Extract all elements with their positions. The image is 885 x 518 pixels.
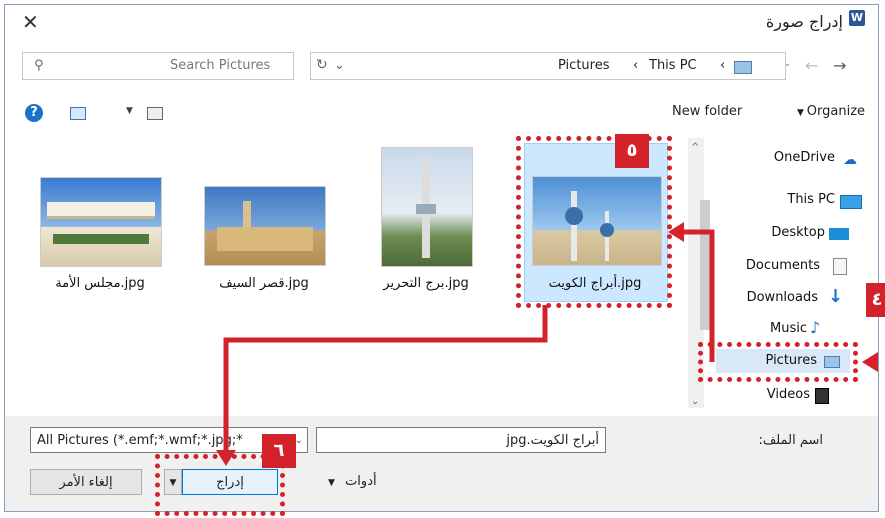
arrow-pictures-to-file [680, 229, 715, 362]
arrowhead-down [216, 450, 236, 466]
arrowhead-pictures [862, 352, 878, 372]
arrow-file-to-insert [223, 305, 548, 452]
arrowhead-left [668, 222, 684, 242]
annotation-arrows [216, 222, 878, 466]
